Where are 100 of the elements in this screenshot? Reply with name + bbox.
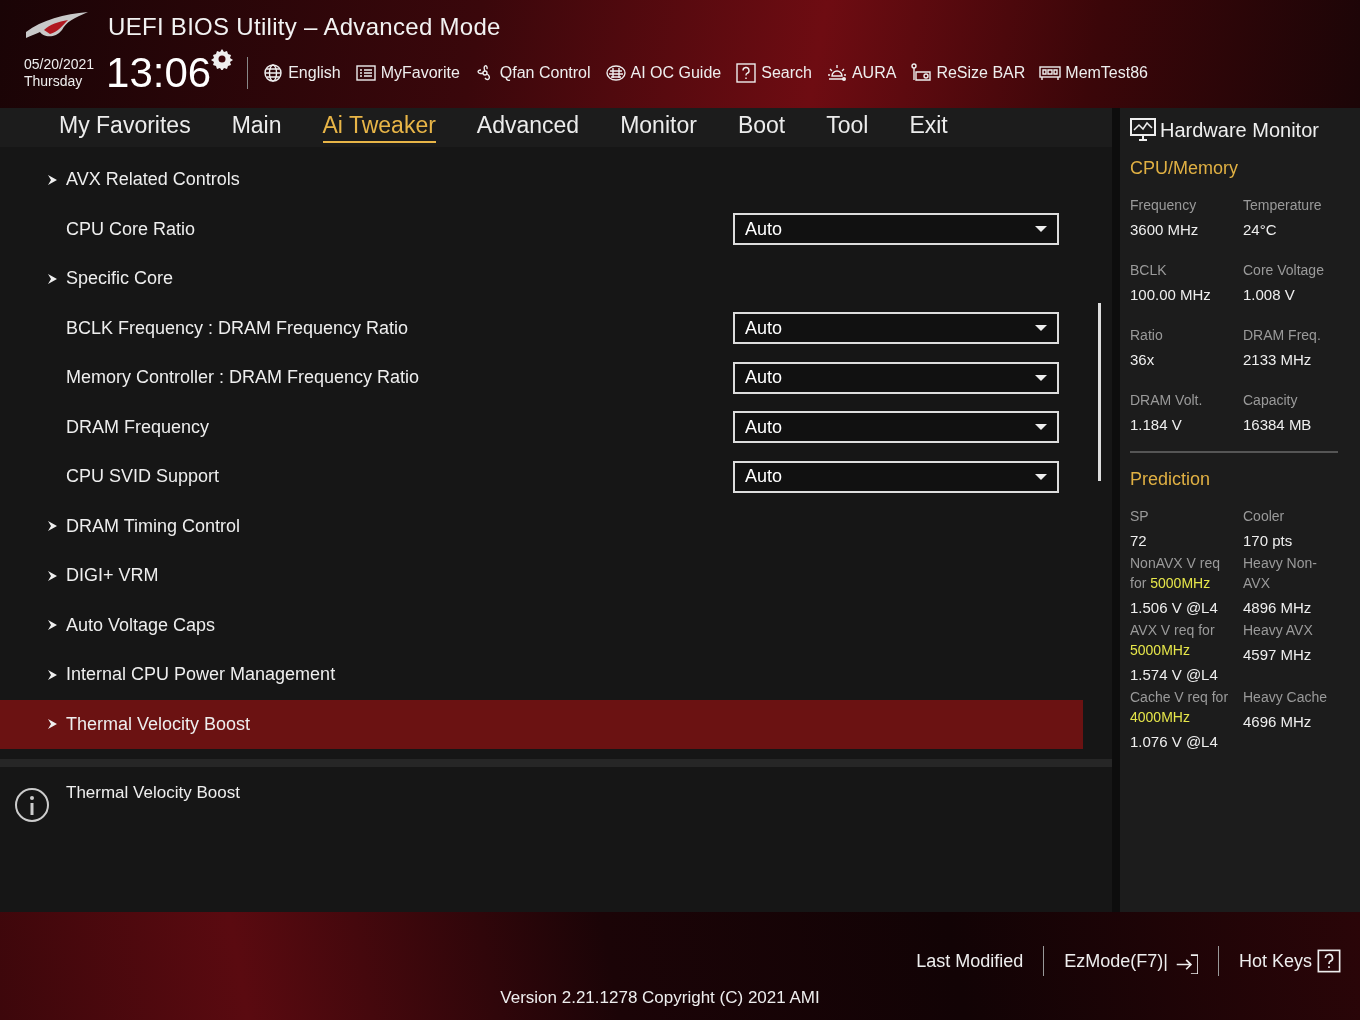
setting-label: DRAM Timing Control [66,515,241,537]
menu-tab[interactable]: Monitor [620,112,697,143]
menu-tab[interactable]: Boot [737,112,786,143]
stat-value: 3600 MHz [1130,221,1200,238]
setting-label: CPU SVID Support [66,466,220,488]
setting-row[interactable]: Auto Voltage Caps [0,600,1083,650]
arrow-icon [46,569,58,582]
stat-value: 4896 MHz [1243,599,1313,616]
help-icon [735,63,758,83]
setting-row[interactable]: DRAM Frequency Auto [0,402,1083,452]
clock-time: 13:06 [106,52,212,94]
setting-row[interactable]: Memory Controller : DRAM Frequency Ratio Auto [0,353,1083,403]
stat-label: DRAM Volt. [1130,391,1204,410]
globe-icon [262,63,285,83]
setting-row[interactable]: DIGI+ VRM [0,551,1083,601]
stat-value: 72 [1130,532,1148,549]
stat-label: Capacity [1243,391,1299,410]
stat-value: 100.00 MHz [1130,286,1212,303]
setting-row[interactable]: BCLK Frequency : DRAM Frequency Ratio Auto [0,303,1083,353]
arrow-icon [46,272,58,285]
dropdown-field[interactable]: Auto [733,411,1059,444]
stat-value: 4696 MHz [1243,713,1313,730]
setting-label: Specific Core [66,268,174,290]
stat-label: BCLK [1130,261,1168,280]
info-icon [14,787,50,823]
chip-icon [604,63,627,83]
setting-row[interactable]: DRAM Timing Control [0,501,1083,551]
setting-label: AVX Related Controls [66,169,240,191]
dropdown-field[interactable]: Auto [733,361,1059,394]
arrow-icon [46,619,58,632]
footer-button[interactable]: EzMode(F7)| [1064,948,1198,974]
monitor-icon [1130,118,1156,142]
panel-title: Hardware Monitor [1160,118,1319,142]
menu-tab[interactable]: Tool [826,112,869,143]
menu-tab[interactable]: Advanced [476,112,580,143]
setting-row[interactable]: CPU SVID Support Auto [0,452,1083,502]
help-text: Thermal Velocity Boost [66,783,240,804]
section-title: Prediction [1130,469,1212,490]
menu-tab[interactable]: My Favorites [59,112,191,143]
setting-row[interactable]: Specific Core [0,254,1083,304]
stat-value: 24°C [1243,221,1278,238]
stat-label: DRAM Freq. [1243,326,1322,345]
setting-row[interactable]: AVX Related Controls [0,155,1083,205]
footer-button[interactable]: Hot Keys [1238,948,1342,974]
toolbar-button[interactable]: AURA [825,63,897,83]
list-icon [354,63,377,83]
caret-icon [1035,373,1047,382]
arrow-icon [46,718,58,731]
stat-label: Ratio [1130,326,1164,345]
stat-label: Heavy Cache [1243,688,1329,707]
menu-tab[interactable]: Ai Tweaker [322,112,436,143]
gear-icon [211,48,234,70]
stat-value: 36x [1130,351,1156,368]
stat-value: 170 pts [1243,532,1294,549]
setting-row[interactable]: Internal CPU Power Management [0,650,1083,700]
setting-label: DRAM Frequency [66,416,210,438]
toolbar-button[interactable]: MyFavorite [354,63,460,83]
stat-value: 1.506 V @L4 [1130,599,1219,616]
toolbar-button[interactable]: Search [735,63,812,83]
caret-icon [1035,472,1047,481]
arrow-icon [46,520,58,533]
toolbar-button[interactable]: Qfan Control [473,63,591,83]
stat-label: Cooler [1243,507,1286,526]
stat-label: Heavy Non-AVX [1243,554,1318,593]
setting-label: Internal CPU Power Management [66,664,336,686]
caret-icon [1035,324,1047,333]
stat-label: Frequency [1130,196,1198,215]
caret-icon [1035,423,1047,432]
stat-value: 2133 MHz [1243,351,1313,368]
stat-label: AVX V req for 5000MHz [1130,621,1216,660]
toolbar-button[interactable]: AI OC Guide [604,63,722,83]
scrollbar[interactable] [1098,303,1101,481]
menu-tab[interactable]: Exit [909,112,948,143]
version-text: Version 2.21.1278 Copyright (C) 2021 AMI [500,988,820,1008]
dropdown-field[interactable]: Auto [733,312,1059,345]
setting-row[interactable]: CPU Core Ratio Auto [0,204,1083,254]
toolbar-button[interactable]: MemTest86 [1039,63,1148,83]
setting-label: Auto Voltage Caps [66,614,216,636]
toolbar-button[interactable]: ReSize BAR [910,63,1026,83]
stat-label: NonAVX V req for 5000MHz [1130,554,1221,593]
dropdown-field[interactable]: Auto [733,213,1059,246]
stat-label: Cache V req for 4000MHz [1130,688,1230,727]
toolbar-button[interactable]: English [262,63,341,83]
arrow-icon [46,668,58,681]
stat-label: Heavy AVX [1243,621,1314,640]
help-icon [1316,948,1342,974]
setting-label: BCLK Frequency : DRAM Frequency Ratio [66,317,409,339]
arrow-icon [46,173,58,186]
menu-tab[interactable]: Main [231,112,282,143]
setting-row[interactable]: Thermal Velocity Boost [0,699,1083,749]
setting-label: CPU Core Ratio [66,218,196,240]
stat-label: SP [1130,507,1150,526]
setting-label: DIGI+ VRM [66,565,159,587]
stat-value: 1.076 V @L4 [1130,733,1219,750]
day-text: Thursday [24,73,84,90]
stat-value: 1.008 V [1243,286,1296,303]
dropdown-field[interactable]: Auto [733,460,1059,493]
footer-button[interactable]: Last Modified [916,950,1024,972]
card-icon [910,63,933,83]
lamp-icon [825,63,848,83]
